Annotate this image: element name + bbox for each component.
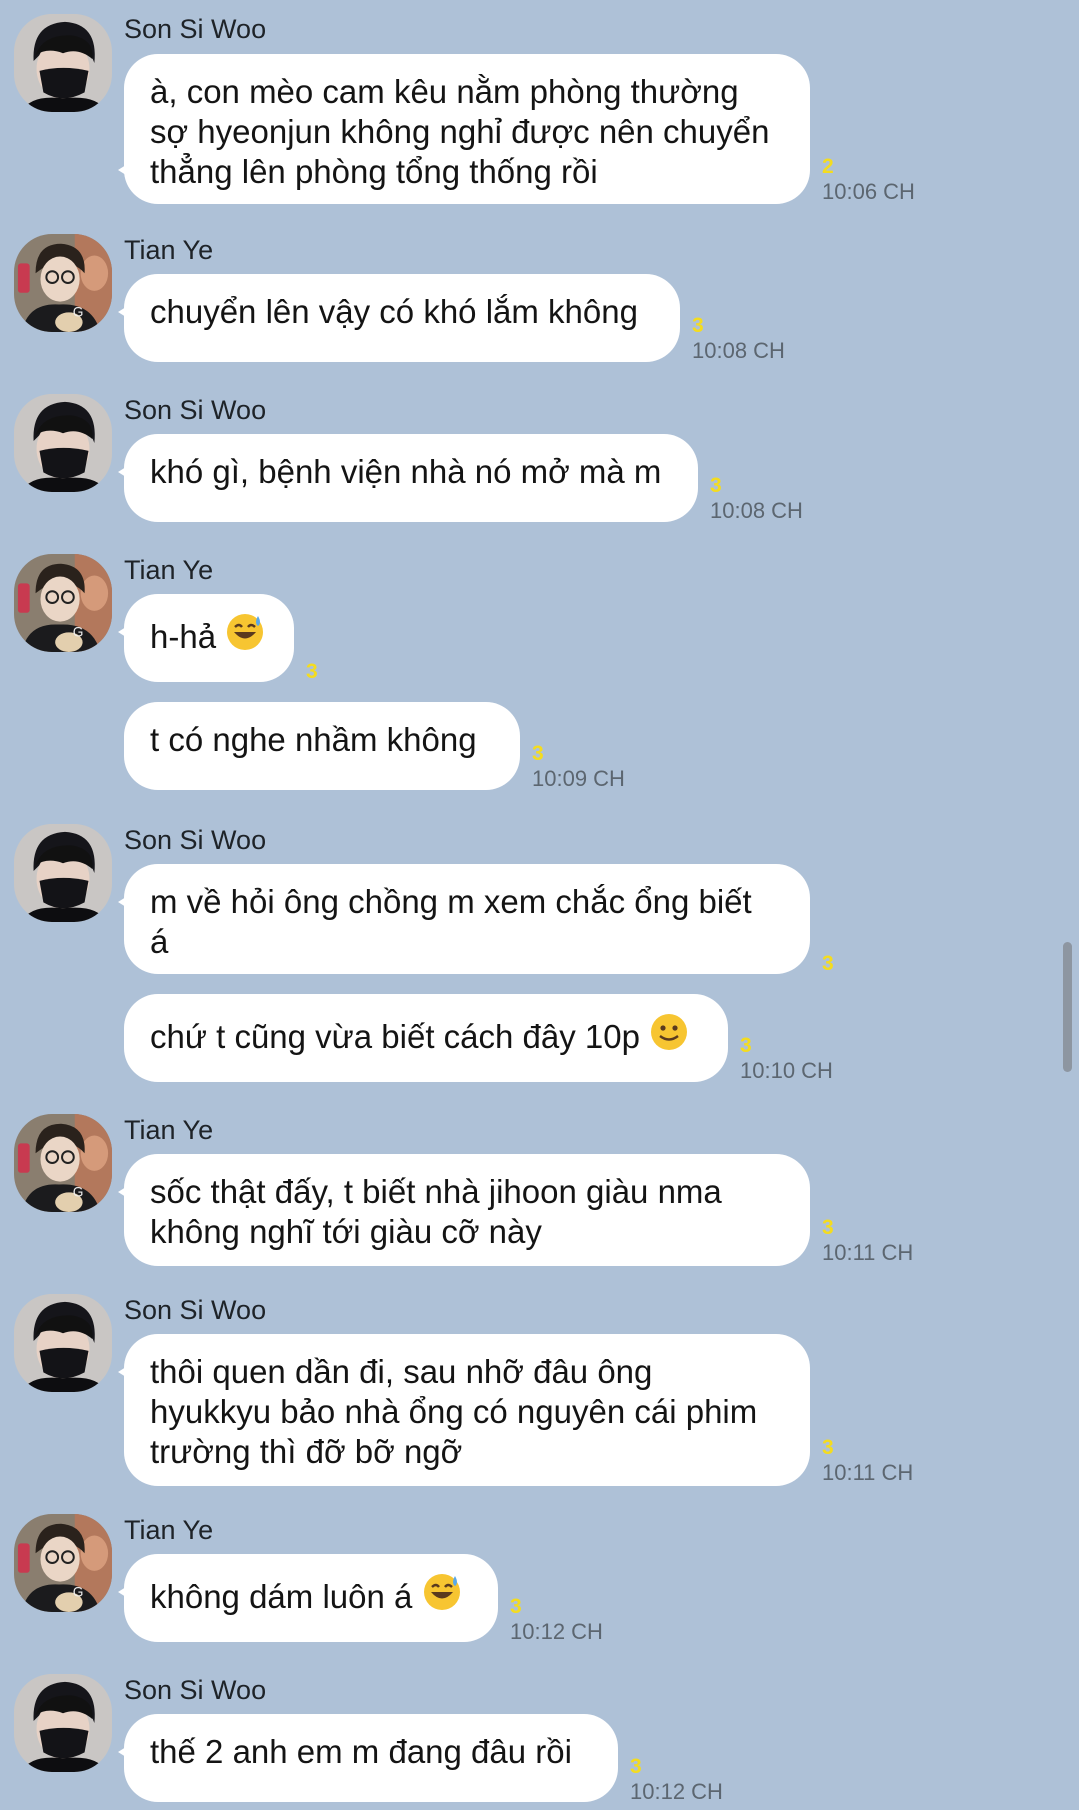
message-time: 10:11 CH xyxy=(822,1240,914,1265)
avatar[interactable] xyxy=(14,234,112,332)
message-time: 10:12 CH xyxy=(630,1779,723,1804)
message-text: chứ t cũng vừa biết cách đây 10p xyxy=(150,1018,640,1055)
sender-name: Son Si Woo xyxy=(124,1295,267,1325)
sender-name: Tian Ye xyxy=(124,235,214,265)
message-time: 10:09 CH xyxy=(532,766,625,791)
message-bubble[interactable]: thế 2 anh em m đang đâu rồi xyxy=(124,1714,618,1802)
avatar[interactable] xyxy=(14,1114,112,1212)
avatar[interactable] xyxy=(14,824,112,922)
slight-smile-icon xyxy=(649,1012,689,1052)
message-time: 10:12 CH xyxy=(510,1619,603,1644)
scrollbar[interactable] xyxy=(1063,942,1072,1072)
sender-name: Son Si Woo xyxy=(124,825,267,855)
sweat-smile-icon xyxy=(422,1572,461,1612)
unread-count: 3 xyxy=(710,474,722,497)
message-bubble[interactable]: chứ t cũng vừa biết cách đây 10p xyxy=(124,994,728,1082)
message-bubble[interactable]: sốc thật đấy, t biết nhà jihoon giàu nma… xyxy=(124,1154,810,1266)
message-bubble[interactable]: khó gì, bệnh viện nhà nó mở mà m xyxy=(124,434,698,522)
unread-count: 3 xyxy=(692,314,704,337)
sweat-smile-icon xyxy=(226,612,265,652)
unread-count: 3 xyxy=(510,1595,522,1618)
unread-count: 3 xyxy=(822,1436,834,1459)
message-bubble[interactable]: thôi quen dần đi, sau nhỡ đâu ông hyukky… xyxy=(124,1334,810,1486)
unread-count: 2 xyxy=(822,155,834,178)
message-bubble[interactable]: m về hỏi ông chồng m xem chắc ổng biết á xyxy=(124,864,810,974)
message-time: 10:06 CH xyxy=(822,179,915,204)
sender-name: Son Si Woo xyxy=(124,14,267,44)
message-bubble[interactable]: à, con mèo cam kêu nằm phòng thường sợ h… xyxy=(124,54,810,204)
avatar[interactable] xyxy=(14,1294,112,1392)
sender-name: Tian Ye xyxy=(124,555,214,585)
avatar[interactable] xyxy=(14,554,112,652)
avatar[interactable] xyxy=(14,394,112,492)
message-bubble[interactable]: không dám luôn á xyxy=(124,1554,498,1642)
message-time: 10:08 CH xyxy=(710,498,803,523)
avatar[interactable] xyxy=(14,1514,112,1612)
unread-count: 3 xyxy=(822,1216,834,1239)
unread-count: 3 xyxy=(532,742,544,765)
unread-count: 3 xyxy=(306,660,318,683)
message-text: không dám luôn á xyxy=(150,1578,413,1615)
message-time: 10:10 CH xyxy=(740,1058,833,1083)
unread-count: 3 xyxy=(822,952,834,975)
sender-name: Tian Ye xyxy=(124,1515,214,1545)
sender-name: Son Si Woo xyxy=(124,1675,267,1705)
unread-count: 3 xyxy=(630,1755,642,1778)
message-bubble[interactable]: t có nghe nhầm không xyxy=(124,702,520,790)
message-time: 10:11 CH xyxy=(822,1460,914,1485)
sender-name: Son Si Woo xyxy=(124,395,267,425)
message-text: h-hả xyxy=(150,618,217,655)
avatar[interactable] xyxy=(14,1674,112,1772)
avatar[interactable] xyxy=(14,14,112,112)
unread-count: 3 xyxy=(740,1034,752,1057)
message-bubble[interactable]: chuyển lên vậy có khó lắm không xyxy=(124,274,680,362)
sender-name: Tian Ye xyxy=(124,1115,214,1145)
message-bubble[interactable]: h-hả xyxy=(124,594,294,682)
message-time: 10:08 CH xyxy=(692,338,785,363)
